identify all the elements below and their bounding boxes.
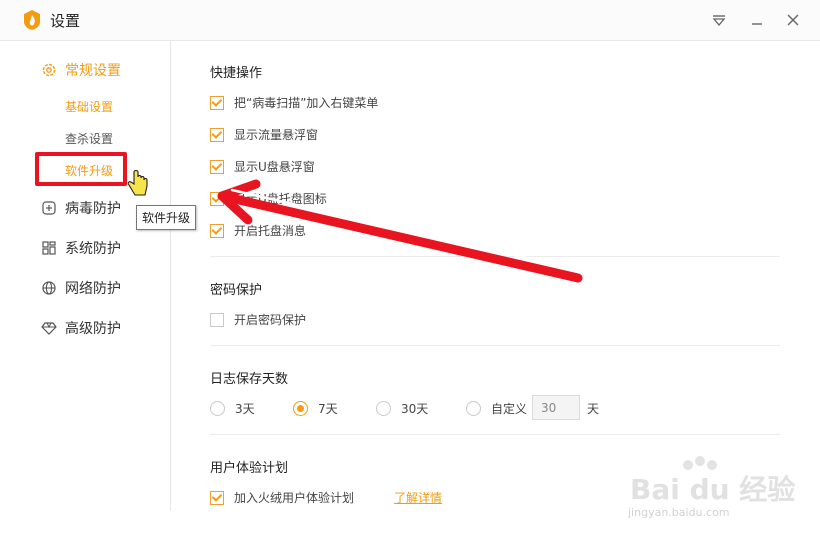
watermark-url: jingyan.baidu.com <box>628 506 730 519</box>
option-label: 把“病毒扫描”加入右键菜单 <box>234 96 379 110</box>
option-label: 显示U盘托盘图标 <box>234 192 327 206</box>
sidebar-item-system[interactable]: 系统防护 <box>40 238 121 258</box>
divider <box>210 256 780 257</box>
section-title-password: 密码保护 <box>210 283 263 298</box>
sidebar-item-label: 网络防护 <box>65 281 121 297</box>
radio-label: 7天 <box>318 402 338 416</box>
option-label: 开启托盘消息 <box>234 224 307 238</box>
option-label: 开启密码保护 <box>234 313 307 327</box>
watermark-brand: Bai du 经验 <box>630 473 796 506</box>
option-label: 加入火绒用户体验计划 <box>234 491 355 505</box>
radio-button[interactable] <box>210 401 225 416</box>
quick-option-traffic-float[interactable]: 显示流量悬浮窗 <box>210 126 318 143</box>
checkbox[interactable] <box>210 223 224 238</box>
radio-button[interactable] <box>293 401 308 416</box>
sidebar-item-label: 系统防护 <box>65 241 121 257</box>
quick-option-usb-tray[interactable]: 显示U盘托盘图标 <box>210 190 327 207</box>
password-option[interactable]: 开启密码保护 <box>210 311 306 328</box>
sidebar-subitem-scan[interactable]: 查杀设置 <box>65 130 113 147</box>
sidebar-item-general[interactable]: 常规设置 <box>40 60 121 80</box>
sidebar-item-network[interactable]: 网络防护 <box>40 278 121 298</box>
custom-days-input[interactable]: 30 <box>532 395 580 420</box>
log-radio-30[interactable]: 30天 <box>376 400 428 417</box>
quick-option-tray-message[interactable]: 开启托盘消息 <box>210 222 306 239</box>
log-radio-3[interactable]: 3天 <box>210 400 255 417</box>
radio-label: 3天 <box>235 402 255 416</box>
huorong-logo-icon <box>24 10 40 30</box>
option-label: 显示流量悬浮窗 <box>234 128 319 142</box>
checkbox[interactable] <box>210 490 224 505</box>
checkbox[interactable] <box>210 312 224 327</box>
quick-option-right-click[interactable]: 把“病毒扫描”加入右键菜单 <box>210 94 378 111</box>
section-title-log: 日志保存天数 <box>210 372 289 387</box>
learn-more-link[interactable]: 了解详情 <box>394 489 442 506</box>
section-title-experience: 用户体验计划 <box>210 461 289 476</box>
radio-label: 自定义 <box>491 402 528 416</box>
checkbox[interactable] <box>210 127 224 142</box>
experience-option[interactable]: 加入火绒用户体验计划 <box>210 489 354 506</box>
plus-circle-icon <box>40 199 58 217</box>
quick-option-usb-float[interactable]: 显示U盘悬浮窗 <box>210 158 315 175</box>
minimize-icon[interactable] <box>746 9 768 31</box>
grid-icon <box>40 239 58 257</box>
option-label: 显示U盘悬浮窗 <box>234 160 315 174</box>
sidebar-item-virus[interactable]: 病毒防护 <box>40 198 121 218</box>
close-icon[interactable] <box>782 9 804 31</box>
diamond-icon <box>40 319 58 337</box>
sidebar-item-label: 病毒防护 <box>65 201 121 217</box>
annotation-highlight-box <box>35 152 127 186</box>
divider <box>210 434 780 435</box>
title-bar: 设置 <box>0 0 820 41</box>
menu-dropdown-icon[interactable] <box>708 9 730 31</box>
radio-button[interactable] <box>376 401 391 416</box>
checkbox[interactable] <box>210 95 224 110</box>
window-title: 设置 <box>50 12 81 30</box>
checkbox[interactable] <box>210 191 224 206</box>
divider <box>210 345 780 346</box>
days-unit-label: 天 <box>587 402 600 416</box>
radio-label: 30天 <box>401 402 429 416</box>
log-radio-7[interactable]: 7天 <box>293 400 338 417</box>
sidebar-subitem-basic[interactable]: 基础设置 <box>65 98 113 115</box>
gear-icon <box>40 61 58 79</box>
log-radio-custom[interactable]: 自定义 <box>466 400 527 417</box>
sidebar-item-label: 常规设置 <box>65 63 121 79</box>
globe-icon <box>40 279 58 297</box>
section-title-quick: 快捷操作 <box>210 66 263 81</box>
checkbox[interactable] <box>210 159 224 174</box>
tooltip: 软件升级 <box>136 205 197 230</box>
radio-button[interactable] <box>466 401 481 416</box>
sidebar-item-label: 高级防护 <box>65 321 121 337</box>
sidebar-item-advanced[interactable]: 高级防护 <box>40 318 121 338</box>
